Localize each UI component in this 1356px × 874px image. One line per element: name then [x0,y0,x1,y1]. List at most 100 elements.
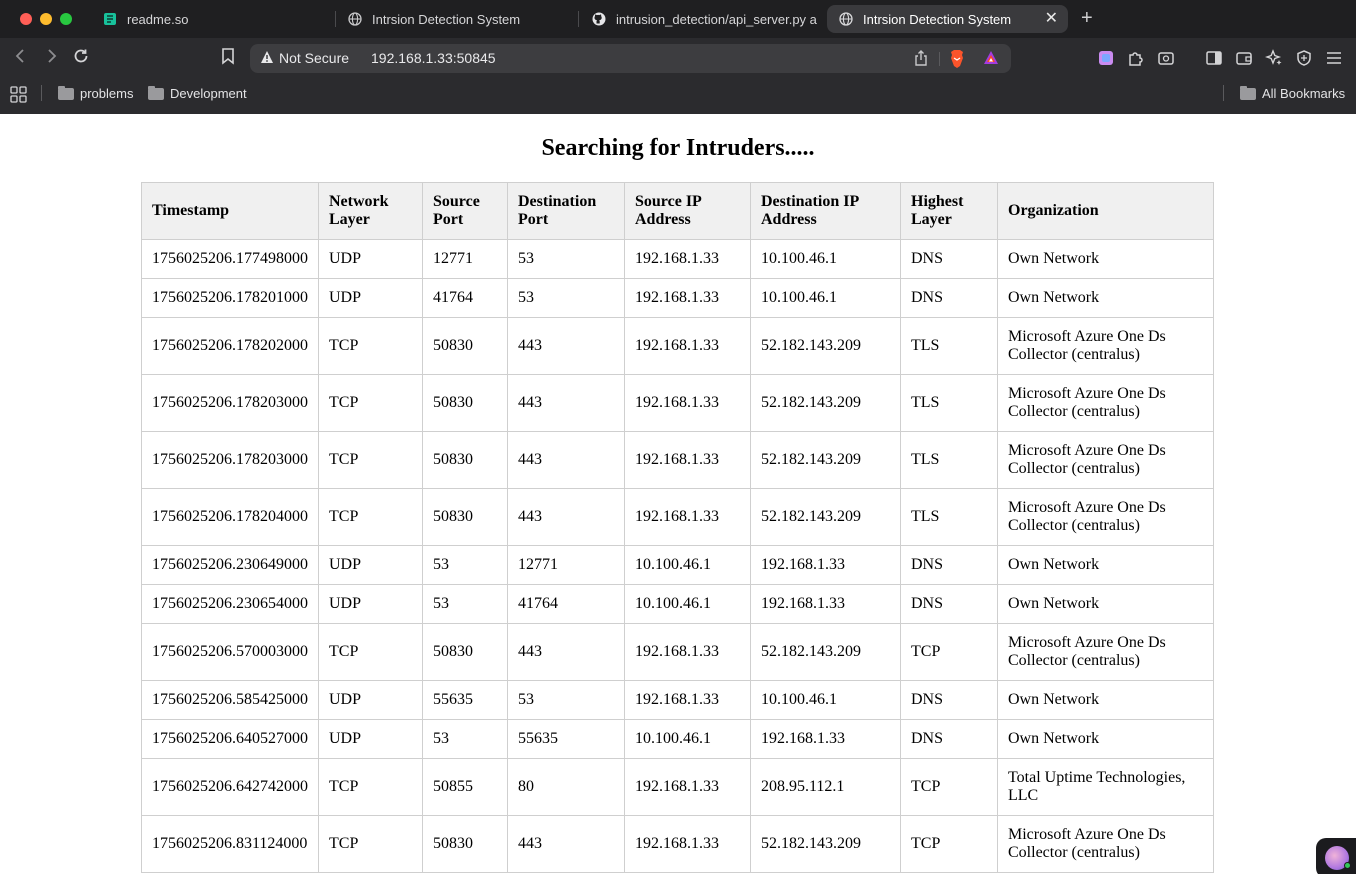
page-search-icon[interactable] [1157,49,1175,67]
table-cell: 192.168.1.33 [624,815,751,873]
table-cell: 52.182.143.209 [750,317,901,375]
table-row: 1756025206.178203000 TCP 50830 443 192.168.1… [141,374,1214,432]
table-cell: 1756025206.178204000 [141,488,319,546]
bookmark-folder-problems[interactable]: problems [58,85,133,101]
menu-icon[interactable] [1325,49,1343,67]
table-cell: TCP [900,815,998,873]
forward-button[interactable] [42,47,60,70]
bookmark-folder-development[interactable]: Development [148,85,247,101]
chevron-right-icon [48,49,57,63]
table-cell: 10.100.46.1 [750,680,901,720]
table-cell: TLS [900,488,998,546]
table-cell: Own Network [997,278,1214,318]
all-bookmarks-button[interactable]: All Bookmarks [1240,85,1345,101]
table-cell: 50830 [422,623,508,681]
zoom-window-button[interactable] [60,13,72,25]
table-cell: Microsoft Azure One Ds Collector (centra… [997,431,1214,489]
back-button[interactable] [12,47,30,70]
table-cell: Own Network [997,680,1214,720]
table-cell: UDP [318,680,423,720]
table-cell: 192.168.1.33 [624,239,751,279]
vpn-shield-icon[interactable] [1295,49,1313,67]
table-cell: TCP [318,623,423,681]
table-cell: 1756025206.178202000 [141,317,319,375]
new-tab-button[interactable]: + [1081,7,1093,29]
bookmark-page-button[interactable] [220,47,236,70]
sidebar-toggle-icon[interactable] [1205,49,1223,67]
column-header-destination-port: Destination Port [507,182,625,240]
warning-icon[interactable] [260,50,274,69]
bookmarks-divider [1223,85,1224,101]
column-header-highest-layer: Highest Layer [900,182,998,240]
address-bar-divider [939,52,940,66]
table-cell: 192.168.1.33 [750,584,901,624]
packet-table: Timestamp Network Layer Source Port Dest… [141,182,1214,873]
table-row: 1756025206.640527000 UDP 53 55635 10.100.46.… [141,719,1214,759]
table-row: 1756025206.178201000 UDP 41764 53 192.168.1.… [141,278,1214,318]
table-cell: 1756025206.585425000 [141,680,319,720]
reload-button[interactable] [72,47,90,70]
table-row: 1756025206.831124000 TCP 50830 443 192.168.1… [141,815,1214,873]
table-cell: 1756025206.178203000 [141,374,319,432]
column-header-destination-ip: Destination IP Address [750,182,901,240]
url-text[interactable]: 192.168.1.33:50845 [371,50,496,66]
tab-intrusion-detection-active[interactable]: Intrsion Detection System ✕ [827,5,1068,33]
table-cell: 192.168.1.33 [750,719,901,759]
table-cell: 12771 [507,545,625,585]
tab-divider [335,11,336,27]
table-cell: DNS [900,719,998,759]
brave-rewards-icon[interactable] [982,49,1000,72]
table-cell: 192.168.1.33 [624,374,751,432]
bookmark-label: Development [170,86,247,101]
column-header-organization: Organization [997,182,1214,240]
address-bar[interactable]: Not Secure 192.168.1.33:50845 [250,44,1011,73]
table-cell: Microsoft Azure One Ds Collector (centra… [997,815,1214,873]
chevron-left-icon [15,49,24,63]
apps-grid-icon[interactable] [10,86,27,108]
tab-github-api-server[interactable]: intrusion_detection/api_server.py a [582,5,818,33]
leo-ai-icon[interactable] [1264,49,1283,67]
minimize-window-button[interactable] [40,13,52,25]
assistant-chat-button[interactable] [1316,838,1356,874]
table-cell: 53 [507,680,625,720]
extensions-puzzle-icon[interactable] [1127,49,1145,67]
table-row: 1756025206.178203000 TCP 50830 443 192.168.1… [141,431,1214,489]
table-cell: 52.182.143.209 [750,431,901,489]
table-cell: 10.100.46.1 [750,239,901,279]
extension-gradient-icon[interactable] [1097,49,1115,67]
table-cell: UDP [318,239,423,279]
table-cell: 55635 [422,680,508,720]
packet-table-body: 1756025206.177498000 UDP 12771 53 192.168.1.… [141,239,1214,873]
table-cell: 50855 [422,758,508,816]
share-icon[interactable] [914,50,928,71]
table-cell: DNS [900,680,998,720]
table-cell: 192.168.1.33 [624,758,751,816]
table-row: 1756025206.570003000 TCP 50830 443 192.168.1… [141,623,1214,681]
table-cell: 50830 [422,815,508,873]
tab-intrusion-detection-1[interactable]: Intrsion Detection System [338,5,574,33]
table-cell: 53 [422,719,508,759]
globe-icon [348,12,362,26]
table-cell: 53 [422,584,508,624]
table-cell: UDP [318,545,423,585]
bookmarks-divider [41,85,42,101]
table-cell: 192.168.1.33 [624,623,751,681]
close-window-button[interactable] [20,13,32,25]
table-cell: Total Uptime Technologies, LLC [997,758,1214,816]
table-cell: TCP [318,488,423,546]
wallet-icon[interactable] [1235,49,1253,67]
brave-shields-icon[interactable] [948,49,966,74]
table-cell: 443 [507,374,625,432]
table-cell: Microsoft Azure One Ds Collector (centra… [997,317,1214,375]
table-cell: Own Network [997,239,1214,279]
globe-icon [839,12,853,26]
table-cell: TCP [318,374,423,432]
github-icon [592,12,606,26]
close-tab-icon[interactable]: ✕ [1045,10,1058,28]
table-cell: 53 [507,278,625,318]
tab-readme[interactable]: readme.so [93,5,331,33]
table-cell: Microsoft Azure One Ds Collector (centra… [997,374,1214,432]
column-header-timestamp: Timestamp [141,182,319,240]
table-cell: TLS [900,431,998,489]
security-status-label[interactable]: Not Secure [279,50,349,66]
